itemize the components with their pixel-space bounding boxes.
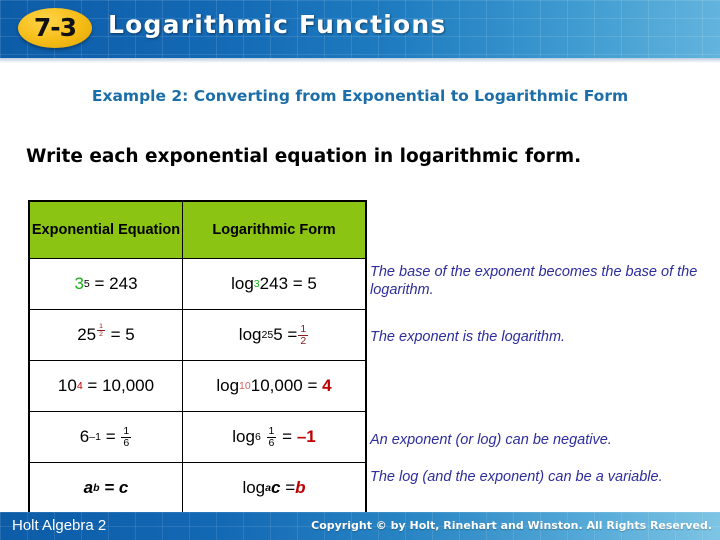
log-word-3: log [216,376,240,395]
expression-logarithmic-1: log 3 243 = 5 [231,274,317,293]
cell-exponential-3: 10 4 = 10,000 [28,360,183,412]
log-equals-5: = [285,478,296,497]
exp-equals-4: = [105,427,116,446]
cell-exponential-5: ab = c [28,462,183,515]
footer-copyright: Copyright © by Holt, Rinehart and Winsto… [311,519,712,532]
log-equals-4: = [282,427,293,446]
log-arg-3: 10,000 [250,376,303,395]
exp-power-num-2: 1 [97,323,105,332]
table-row: 35 = 243 log 3 243 = 5 [28,258,367,310]
expression-logarithmic-3: log 10 10,000 = 4 [216,376,332,395]
expression-exponential-1: 35 = 243 [74,274,138,293]
log-value-num-2: 1 [298,322,309,336]
conversion-table: Exponential Equation Logarithmic Form 35… [28,200,367,515]
side-note-base: The base of the exponent becomes the bas… [370,264,698,298]
column-header-logarithmic: Logarithmic Form [182,200,367,259]
cell-exponential-1: 35 = 243 [28,258,183,310]
cell-exponential-2: 25 1 2 = 5 [28,309,183,361]
footer-bar: Holt Algebra 2 Copyright © by Holt, Rine… [0,512,720,540]
header-shadow [0,58,720,63]
exp-base-5: a [83,478,94,497]
log-value-den-2: 2 [300,334,307,347]
lesson-header-bar: 7-3 Logarithmic Functions [0,0,720,58]
log-value-5: b [295,478,306,497]
example-title: Example 2: Converting from Exponential t… [91,87,629,105]
table-row: ab = c log a c = b [28,462,367,515]
expression-exponential-5: ab = c [83,478,129,497]
side-note-negative: An exponent (or log) can be negative. [370,432,612,448]
instruction-text: Write each exponential equation in logar… [26,146,582,167]
cell-exponential-4: 6 –1 = 16 [28,411,183,463]
exp-result-1: = 243 [94,274,138,293]
exp-base-3: 10 [57,376,77,395]
exp-result-2: = 5 [110,325,135,344]
table-row: 10 4 = 10,000 log 10 10,000 = 4 [28,360,367,412]
cell-logarithmic-1: log 3 243 = 5 [182,258,367,310]
side-note-exponent: The exponent is the logarithm. [370,329,566,345]
table-header-row: Exponential Equation Logarithmic Form [28,200,367,259]
log-equals-2: = [287,325,298,344]
lesson-number-label: 7-3 [33,12,77,42]
expression-exponential-3: 10 4 = 10,000 [57,376,155,395]
exp-value-den-4: 6 [123,436,130,449]
log-arg-num-4: 1 [266,424,277,438]
expression-exponential-4: 6 –1 = 16 [79,424,132,449]
log-word-2: log [238,325,262,344]
log-arg-den-4: 6 [268,436,275,449]
log-arg-5: c [271,478,281,497]
expression-logarithmic-4: log 6 16 = –1 [232,424,316,449]
expression-logarithmic-2: log 25 5 = 1 2 [238,322,309,347]
cell-logarithmic-2: log 25 5 = 1 2 [182,309,367,361]
cell-logarithmic-5: log a c = b [182,462,367,515]
exp-power-fraction-2: 12 [97,323,105,338]
log-equals-3: = [307,376,318,395]
table-row: 25 1 2 = 5 log 25 5 = 1 2 [28,309,367,361]
exp-base-4: 6 [79,427,90,446]
cell-logarithmic-4: log 6 16 = –1 [182,411,367,463]
lesson-number-badge: 7-3 [18,8,92,48]
log-arg-1: 243 [259,274,289,293]
log-word-1: log [231,274,254,293]
exp-result-5: = c [104,478,129,497]
table-row: 6 –1 = 16 log 6 16 = –1 [28,411,367,463]
log-value-4: –1 [296,427,316,446]
log-value-3: 4 [322,376,332,395]
cell-logarithmic-3: log 10 10,000 = 4 [182,360,367,412]
footer-book-title: Holt Algebra 2 [12,517,107,534]
exp-base-2: 25 [77,325,97,344]
log-arg-fraction-4: 16 [266,424,277,449]
side-note-variable: The log (and the exponent) can be a vari… [370,469,663,485]
page-title: Logarithmic Functions [108,10,447,39]
exp-power-den-2: 2 [99,331,103,339]
log-arg-2: 5 [273,325,283,344]
log-word-4: log [232,427,255,446]
exp-value-num-4: 1 [121,424,132,438]
exp-base-1: 3 [74,274,84,293]
exp-result-3: = 10,000 [87,376,155,395]
column-header-exponential: Exponential Equation [28,200,183,259]
log-value-fraction-2: 12 [298,322,309,347]
expression-exponential-2: 25 1 2 = 5 [77,323,135,345]
expression-logarithmic-5: log a c = b [242,478,306,497]
log-word-5: log [242,478,266,497]
exp-value-fraction-4: 16 [121,424,132,449]
log-equals-1: = 5 [292,274,317,293]
